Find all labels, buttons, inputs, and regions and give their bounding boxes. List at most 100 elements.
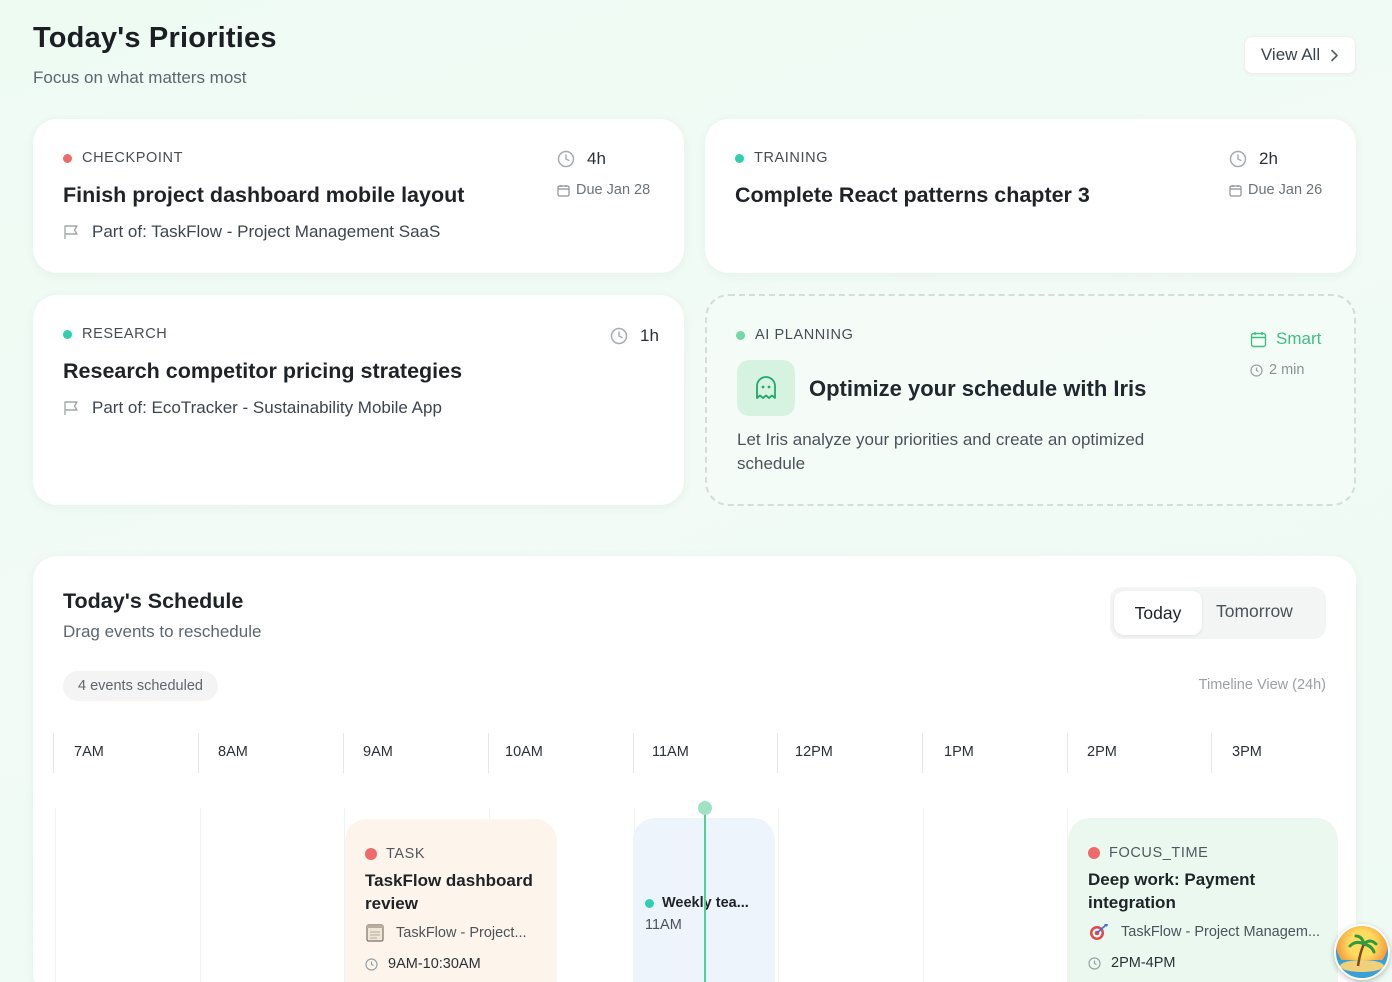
priority-duration: 4h [557, 149, 606, 169]
hour-label: 11AM [633, 733, 778, 773]
notebook-icon [365, 923, 385, 943]
calendar-icon [1229, 184, 1242, 197]
event-title: Deep work: Payment integration [1088, 870, 1256, 912]
priority-title: Complete React patterns chapter 3 [735, 183, 1090, 207]
event-category: TASK [365, 846, 425, 862]
schedule-subtitle: Drag events to reschedule [63, 622, 262, 641]
grid-line [923, 808, 924, 982]
category-dot [365, 848, 377, 860]
hour-label: 8AM [198, 733, 343, 773]
event-time: 2PM-4PM [1088, 955, 1175, 971]
category-dot [735, 153, 744, 163]
priority-due: Due Jan 26 [1229, 182, 1322, 198]
timeline-hours: 7AM 8AM 9AM 10AM 11AM 12PM 1PM 2PM 3PM [53, 733, 1337, 773]
clock-icon [557, 150, 575, 168]
priority-project: Part of: EcoTracker - Sustainability Mob… [63, 398, 442, 418]
hour-label: 1PM [922, 733, 1067, 773]
priority-category: RESEARCH [63, 326, 167, 342]
ai-planning-title: Optimize your schedule with Iris [809, 376, 1147, 401]
category-dot [63, 153, 72, 163]
clock-icon [365, 957, 378, 971]
project-label: TaskFlow - Project Managem... [1121, 924, 1321, 940]
current-time-dot [698, 801, 712, 815]
category-dot [1088, 847, 1100, 859]
category-dot [645, 898, 654, 908]
flag-icon [63, 400, 81, 416]
event-project: TaskFlow - Project... [365, 923, 527, 943]
priority-project: Part of: TaskFlow - Project Management S… [63, 222, 440, 242]
category-label: RESEARCH [82, 326, 168, 342]
priority-card[interactable]: TRAINING Complete React patterns chapter… [705, 119, 1356, 273]
priority-category: TRAINING [735, 150, 828, 166]
view-all-label: View All [1260, 45, 1321, 64]
page-subtitle: Focus on what matters most [33, 68, 247, 87]
category-label: TASK [386, 846, 426, 862]
clock-icon [610, 327, 628, 345]
duration-label: 4h [587, 149, 606, 168]
day-toggle: Today Tomorrow [1110, 587, 1326, 639]
event-time: 11AM [645, 917, 682, 933]
schedule-panel: Today's Schedule Drag events to reschedu… [33, 556, 1356, 982]
grid-line [55, 808, 56, 982]
event-focus[interactable]: FOCUS_TIME Deep work: Payment integratio… [1068, 818, 1338, 982]
event-title: TaskFlow dashboard review [365, 871, 533, 913]
category-dot [63, 329, 72, 339]
hour-label: 12PM [777, 733, 922, 773]
ai-planning-category: AI PLANNING [736, 327, 853, 343]
target-icon [1088, 922, 1110, 942]
project-label: Part of: EcoTracker - Sustainability Mob… [92, 398, 442, 417]
smart-text: Smart [1276, 329, 1322, 348]
page-title: Today's Priorities [33, 22, 277, 54]
event-time: 9AM-10:30AM [365, 956, 481, 972]
priority-category: CHECKPOINT [63, 150, 183, 166]
events-count-badge: 4 events scheduled [63, 671, 218, 701]
ai-planning-description: Let Iris analyze your priorities and cre… [737, 430, 1145, 473]
page-header: Today's Priorities Focus on what matters… [33, 22, 277, 88]
event-category: FOCUS_TIME [1088, 845, 1208, 861]
category-dot [736, 330, 745, 340]
smart-label: Smart [1250, 329, 1321, 349]
avatar[interactable] [1334, 924, 1390, 980]
hour-label: 7AM [53, 733, 198, 773]
priority-card[interactable]: RESEARCH Research competitor pricing str… [33, 295, 684, 505]
ghost-icon [737, 360, 795, 416]
clock-icon [1088, 956, 1101, 970]
category-label: FOCUS_TIME [1109, 845, 1209, 861]
category-label: AI PLANNING [755, 327, 854, 343]
project-label: Part of: TaskFlow - Project Management S… [92, 222, 441, 241]
tab-today[interactable]: Today [1114, 591, 1202, 635]
grid-line [778, 808, 779, 982]
priority-title: Research competitor pricing strategies [63, 359, 463, 383]
current-time-line [704, 806, 706, 982]
chevron-right-icon [1330, 49, 1339, 62]
hour-label: 3PM [1211, 733, 1337, 773]
category-label: CHECKPOINT [82, 150, 184, 166]
hour-label: 9AM [343, 733, 488, 773]
due-label: Due Jan 26 [1248, 182, 1323, 198]
flag-icon [63, 224, 81, 240]
grid-line [200, 808, 201, 982]
category-label: TRAINING [754, 150, 829, 166]
priority-card[interactable]: CHECKPOINT Finish project dashboard mobi… [33, 119, 684, 273]
duration-label: 2 min [1269, 362, 1305, 378]
calendar-icon [557, 184, 570, 197]
priority-duration: 2h [1229, 149, 1278, 169]
event-project: TaskFlow - Project Managem... [1088, 922, 1320, 942]
event-task[interactable]: TASK TaskFlow dashboard review TaskFlow … [345, 819, 557, 982]
ai-planning-duration: 2 min [1250, 362, 1304, 378]
event-title-row: Weekly tea... [645, 895, 749, 911]
hour-label: 2PM [1067, 733, 1212, 773]
calendar-icon [1250, 331, 1267, 348]
view-all-button[interactable]: View All [1244, 36, 1356, 74]
tab-tomorrow[interactable]: Tomorrow [1216, 601, 1293, 622]
priority-title: Finish project dashboard mobile layout [63, 183, 465, 207]
project-label: TaskFlow - Project... [396, 925, 527, 941]
ai-planning-card[interactable]: AI PLANNING Optimize your schedule with … [705, 294, 1356, 506]
timeline-view-label: Timeline View (24h) [1198, 677, 1326, 693]
clock-icon [1250, 363, 1263, 377]
priority-due: Due Jan 28 [557, 182, 650, 198]
clock-icon [1229, 150, 1247, 168]
duration-label: 1h [640, 326, 659, 345]
duration-label: 2h [1259, 149, 1278, 168]
hour-label: 10AM [488, 733, 633, 773]
